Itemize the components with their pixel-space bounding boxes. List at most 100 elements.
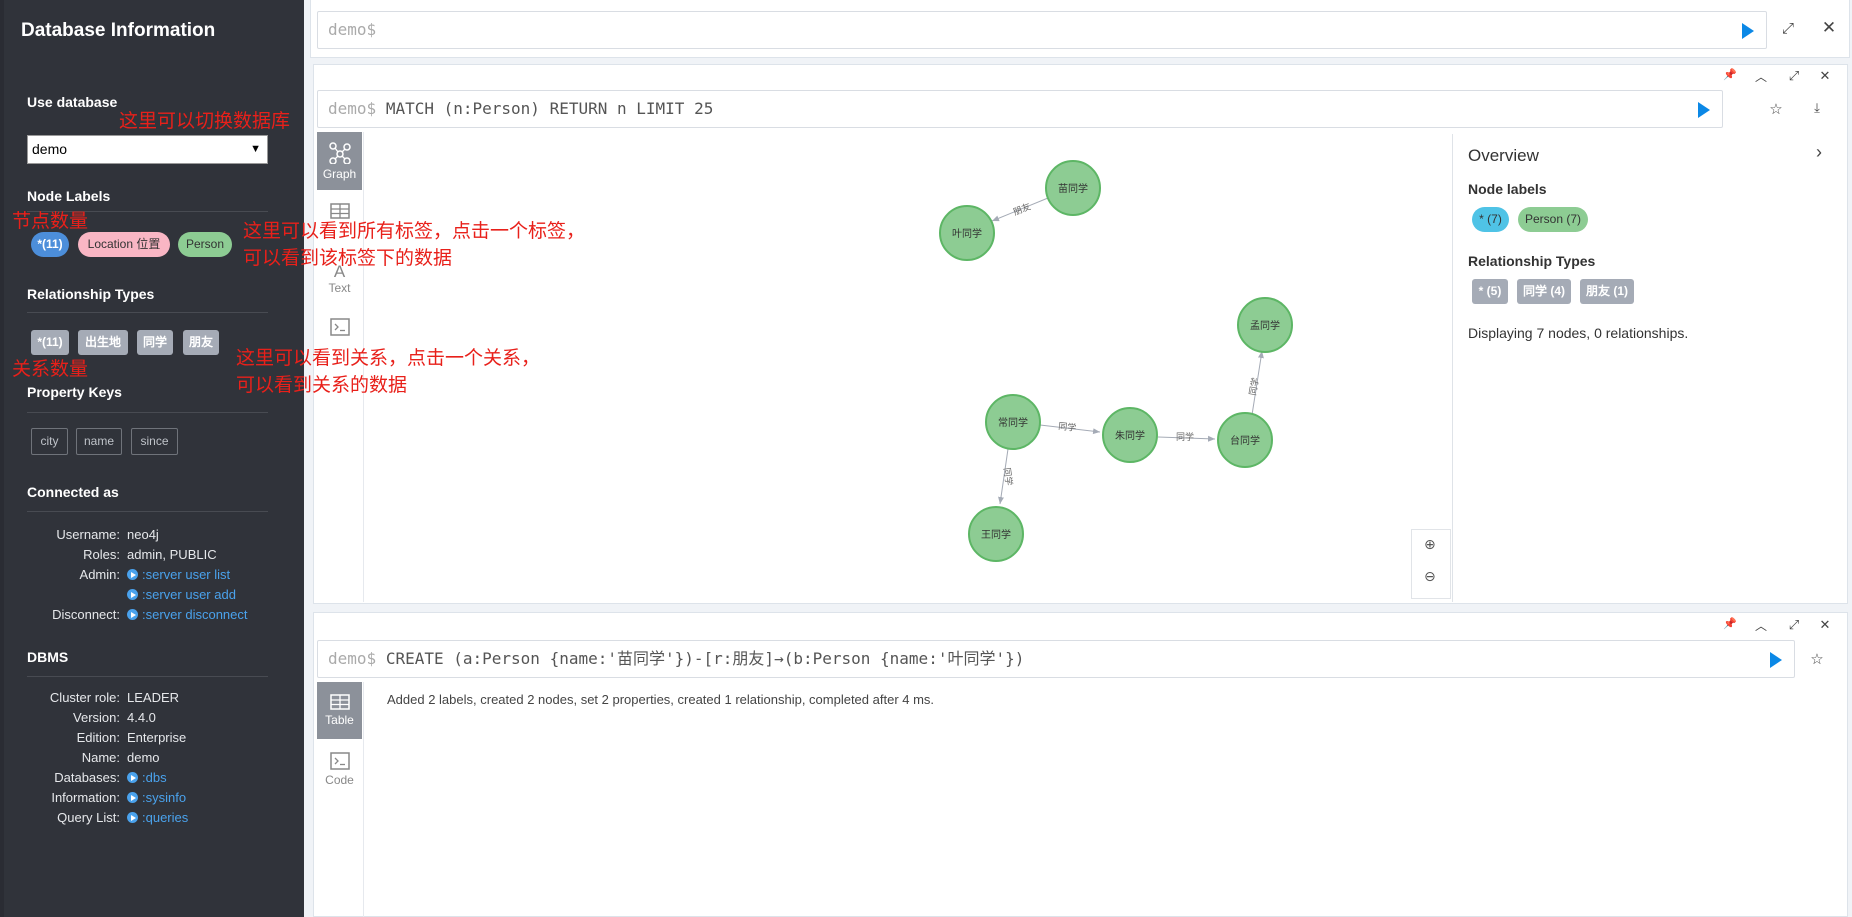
run-icon[interactable]	[1698, 102, 1710, 118]
relationship-types-heading: Relationship Types	[27, 286, 155, 302]
pin-icon[interactable]: 📌	[1722, 68, 1738, 81]
edition-label: Edition:	[76, 730, 120, 745]
graph-node[interactable]: 叶同学	[939, 205, 995, 261]
edge-label: 同学	[1176, 431, 1194, 442]
graph-node[interactable]: 王同学	[968, 506, 1024, 562]
graph-node[interactable]: 常同学	[985, 394, 1041, 450]
link-text: :dbs	[142, 770, 167, 785]
close-icon[interactable]: ✕	[1821, 18, 1837, 38]
query-text: CREATE (a:Person {name:'苗同学'})-[r:朋友]→(b…	[385, 649, 1025, 668]
edge-label: 朋友	[1011, 200, 1032, 217]
overview-display-text: Displaying 7 nodes, 0 relationships.	[1468, 325, 1689, 341]
link-text: :queries	[142, 810, 189, 825]
tab-label: Table	[325, 713, 354, 727]
overview-node-labels-heading: Node labels	[1468, 181, 1547, 197]
graph-node[interactable]: 朱同学	[1102, 407, 1158, 463]
tab-code[interactable]	[317, 318, 362, 342]
annotation-node-count: 节点数量	[12, 210, 89, 232]
edge-label: 同学	[1058, 420, 1077, 433]
roles-label: Roles:	[83, 547, 120, 562]
node-label: 台同学	[1230, 434, 1260, 447]
fullscreen-icon[interactable]: ⤢	[1786, 617, 1802, 633]
property-key-name[interactable]: name	[76, 428, 122, 455]
overview-node-label-person[interactable]: Person (7)	[1518, 207, 1588, 232]
overview-rel-type-classmate[interactable]: 同学 (4)	[1517, 279, 1571, 304]
link-text: :server user add	[142, 587, 236, 602]
use-database-heading: Use database	[27, 94, 118, 110]
node-label-all[interactable]: *(11)	[31, 232, 69, 257]
tab-graph[interactable]: Graph	[317, 132, 362, 190]
top-editor-input[interactable]: demo$	[317, 11, 1767, 49]
overview-divider	[1452, 134, 1453, 602]
node-label: 朱同学	[1115, 429, 1145, 442]
queries-link[interactable]: :queries	[127, 810, 188, 825]
zoom-controls: ⊕ ⊖	[1411, 529, 1451, 599]
table-icon	[329, 203, 350, 219]
editor-prompt: demo$	[328, 99, 377, 118]
property-keys-heading: Property Keys	[27, 384, 122, 400]
sysinfo-link[interactable]: :sysinfo	[127, 790, 186, 805]
divider	[27, 511, 268, 512]
chevron-right-icon[interactable]: ›	[1811, 142, 1827, 163]
graph-node[interactable]: 苗同学	[1045, 160, 1101, 216]
query-list-label: Query List:	[57, 810, 120, 825]
close-icon[interactable]: ✕	[1817, 68, 1833, 84]
close-icon[interactable]: ✕	[1817, 617, 1833, 633]
server-user-add-link[interactable]: :server user add	[127, 587, 236, 602]
node-label-location[interactable]: Location 位置	[78, 232, 170, 257]
create-query-editor[interactable]: demo$ CREATE (a:Person {name:'苗同学'})-[r:…	[317, 640, 1795, 678]
database-select[interactable]: demo ▼	[27, 135, 268, 164]
node-labels-heading: Node Labels	[27, 188, 111, 204]
property-key-since[interactable]: since	[131, 428, 178, 455]
server-disconnect-link[interactable]: :server disconnect	[127, 607, 248, 622]
collapse-icon[interactable]: ︿	[1753, 68, 1769, 85]
rel-type-birthplace[interactable]: 出生地	[78, 330, 128, 355]
graph-node[interactable]: 孟同学	[1237, 297, 1293, 353]
editor-prompt: demo$	[328, 649, 377, 668]
server-user-list-link[interactable]: :server user list	[127, 567, 230, 582]
edge-label: 同学	[1002, 467, 1015, 486]
disconnect-label: Disconnect:	[52, 607, 120, 622]
run-icon[interactable]	[1742, 23, 1754, 39]
pin-icon[interactable]: 📌	[1722, 617, 1738, 630]
play-icon	[127, 609, 138, 620]
tab-label: Graph	[322, 167, 357, 181]
annotation-labels-1: 这里可以看到所有标签，点击一个标签，	[243, 220, 586, 242]
graph-icon	[328, 142, 351, 165]
tab-table[interactable]: Table	[317, 682, 362, 739]
play-icon	[127, 589, 138, 600]
code-icon	[329, 318, 350, 336]
link-text: :sysinfo	[142, 790, 187, 805]
rel-type-all[interactable]: *(11)	[31, 330, 69, 355]
name-label: Name:	[81, 750, 120, 765]
star-icon[interactable]: ☆	[1809, 650, 1825, 668]
star-icon[interactable]: ☆	[1768, 100, 1784, 118]
node-label-person[interactable]: Person	[178, 232, 232, 257]
overview-rel-type-friend[interactable]: 朋友 (1)	[1580, 279, 1634, 304]
annotation-rels-2: 可以看到关系的数据	[236, 374, 408, 396]
table-icon	[329, 694, 350, 710]
tab-code[interactable]: Code	[317, 752, 362, 792]
overview-node-label-all[interactable]: * (7)	[1472, 207, 1509, 232]
cluster-role-value: LEADER	[127, 690, 180, 705]
query-editor[interactable]: demo$ MATCH (n:Person) RETURN n LIMIT 25	[317, 90, 1723, 128]
download-icon[interactable]: ⤓	[1809, 100, 1825, 116]
rel-type-classmate[interactable]: 同学	[137, 330, 173, 355]
zoom-out-icon[interactable]: ⊖	[1424, 568, 1436, 585]
cluster-role-label: Cluster role:	[49, 690, 120, 705]
sidebar: Database Information Use database demo ▼…	[0, 0, 304, 917]
zoom-in-icon[interactable]: ⊕	[1424, 536, 1436, 553]
property-key-city[interactable]: city	[31, 428, 68, 455]
run-icon[interactable]	[1770, 652, 1782, 668]
fullscreen-icon[interactable]: ⤢	[1786, 68, 1802, 84]
edition-value: Enterprise	[127, 730, 187, 745]
admin-label: Admin:	[79, 567, 120, 582]
rel-type-friend[interactable]: 朋友	[183, 330, 219, 355]
link-text: :server user list	[142, 567, 231, 582]
fullscreen-icon[interactable]: ⤢	[1780, 20, 1796, 37]
node-label: 叶同学	[952, 227, 982, 240]
graph-node[interactable]: 台同学	[1217, 412, 1273, 468]
dbs-link[interactable]: :dbs	[127, 770, 167, 785]
overview-rel-type-all[interactable]: * (5)	[1472, 279, 1508, 304]
collapse-icon[interactable]: ︿	[1753, 617, 1769, 634]
